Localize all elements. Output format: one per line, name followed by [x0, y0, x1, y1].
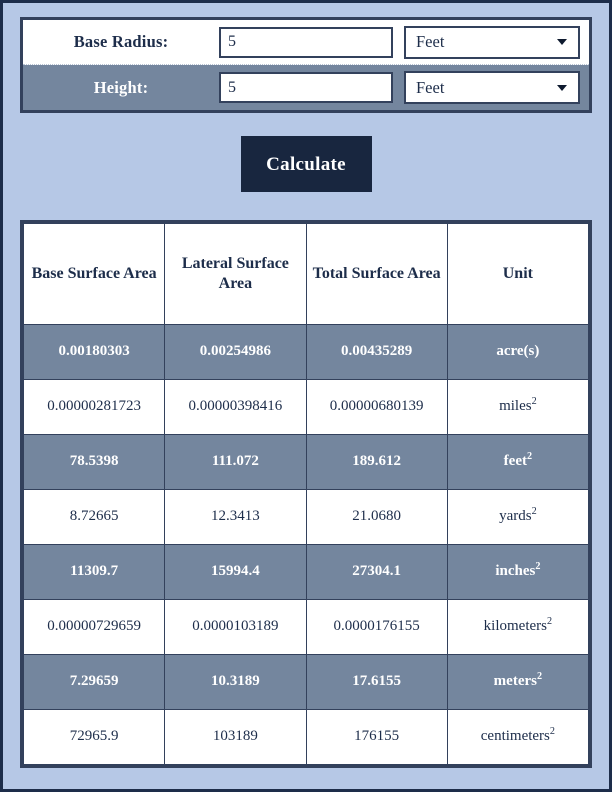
cell-lateral: 12.3413 [164, 489, 307, 545]
unit-exponent: 2 [536, 671, 543, 683]
height-input[interactable] [219, 72, 393, 103]
height-unit-value: Feet [416, 77, 445, 97]
cell-base: 0.00180303 [22, 324, 166, 380]
cell-base: 0.00000729659 [22, 599, 166, 655]
unit-name: inches [495, 563, 536, 580]
cell-total: 21.0680 [305, 489, 448, 545]
unit-exponent: 2 [546, 616, 553, 628]
height-unit-select[interactable]: Feet [404, 71, 580, 104]
header-lateral-surface-area: Lateral Surface Area [164, 223, 307, 325]
cell-base: 11309.7 [22, 544, 166, 600]
unit-exponent: 2 [526, 451, 533, 463]
cell-unit: acre(s) [446, 324, 590, 380]
header-base-surface-area: Base Surface Area [22, 223, 166, 325]
chevron-down-icon [557, 84, 567, 91]
cell-unit: feet2 [446, 434, 590, 490]
calculate-button-container: Calculate [3, 136, 609, 192]
base-radius-label: Base Radius: [73, 32, 169, 51]
cell-unit: kilometers2 [446, 599, 590, 655]
chevron-down-icon [557, 39, 567, 45]
table-row: 72965.9 103189 176155 centimeters2 [22, 709, 590, 765]
cell-lateral: 0.0000103189 [164, 599, 307, 655]
cell-base: 72965.9 [22, 709, 166, 765]
unit-exponent: 2 [531, 506, 537, 518]
calculator-page: Base Radius: Feet Height: Feet Calculate… [3, 17, 609, 768]
cell-base: 78.5398 [22, 434, 166, 490]
header-total-surface-area: Total Surface Area [305, 223, 448, 325]
table-header-row: Base Surface Area Lateral Surface Area T… [22, 223, 590, 325]
base-radius-unit-value: Feet [416, 32, 445, 51]
cell-base: 7.29659 [22, 654, 166, 710]
cell-total: 17.6155 [305, 654, 448, 710]
table-row: 7.29659 10.3189 17.6155 meters2 [22, 654, 590, 710]
cell-total: 0.0000176155 [305, 599, 448, 655]
table-row: 78.5398 111.072 189.612 feet2 [22, 434, 590, 490]
cell-unit: yards2 [446, 489, 590, 545]
results-table: Base Surface Area Lateral Surface Area T… [22, 223, 590, 765]
calculate-button[interactable]: Calculate [240, 136, 372, 192]
cell-lateral: 10.3189 [164, 654, 307, 710]
cell-base: 8.72665 [22, 489, 166, 545]
input-form: Base Radius: Feet Height: Feet [20, 17, 592, 113]
results-table-head: Base Surface Area Lateral Surface Area T… [22, 223, 590, 325]
cell-unit: meters2 [446, 654, 590, 710]
results-table-container: Base Surface Area Lateral Surface Area T… [20, 220, 592, 768]
cell-lateral: 0.00000398416 [164, 379, 307, 435]
unit-name: meters [493, 673, 537, 690]
cell-total: 0.00435289 [305, 324, 448, 380]
unit-name: kilometers [483, 618, 547, 635]
unit-name: miles [499, 398, 532, 415]
unit-name: feet [503, 453, 527, 470]
cell-total: 27304.1 [305, 544, 448, 600]
cell-lateral: 103189 [164, 709, 307, 765]
table-row: 11309.7 15994.4 27304.1 inches2 [22, 544, 590, 600]
base-radius-unit-select[interactable]: Feet [404, 25, 580, 59]
header-unit: Unit [446, 223, 590, 325]
unit-exponent: 2 [531, 396, 537, 408]
base-radius-input[interactable] [219, 26, 393, 58]
cell-unit: miles2 [446, 379, 590, 435]
unit-exponent: 2 [549, 726, 555, 738]
cell-lateral: 15994.4 [164, 544, 307, 600]
table-row: 0.00180303 0.00254986 0.00435289 acre(s) [22, 324, 590, 380]
height-label: Height: [93, 77, 149, 97]
form-row-height: Height: Feet [23, 65, 589, 110]
table-row: 8.72665 12.3413 21.0680 yards2 [22, 489, 590, 545]
cell-lateral: 111.072 [164, 434, 307, 490]
form-row-base-radius: Base Radius: Feet [23, 20, 589, 65]
unit-name: yards [499, 508, 532, 525]
unit-name: centimeters [480, 728, 550, 745]
cell-total: 0.00000680139 [305, 379, 448, 435]
results-table-body: 0.00180303 0.00254986 0.00435289 acre(s) 0.0… [22, 324, 590, 765]
cell-total: 176155 [305, 709, 448, 765]
table-row: 0.00000729659 0.0000103189 0.0000176155 kil… [22, 599, 590, 655]
cell-unit: centimeters2 [446, 709, 590, 765]
cell-base: 0.00000281723 [22, 379, 166, 435]
unit-name: acre(s) [496, 343, 540, 360]
table-row: 0.00000281723 0.00000398416 0.00000680139 m… [22, 379, 590, 435]
unit-exponent: 2 [535, 561, 541, 573]
cell-lateral: 0.00254986 [164, 324, 307, 380]
cell-total: 189.612 [305, 434, 448, 490]
cell-unit: inches2 [446, 544, 590, 600]
